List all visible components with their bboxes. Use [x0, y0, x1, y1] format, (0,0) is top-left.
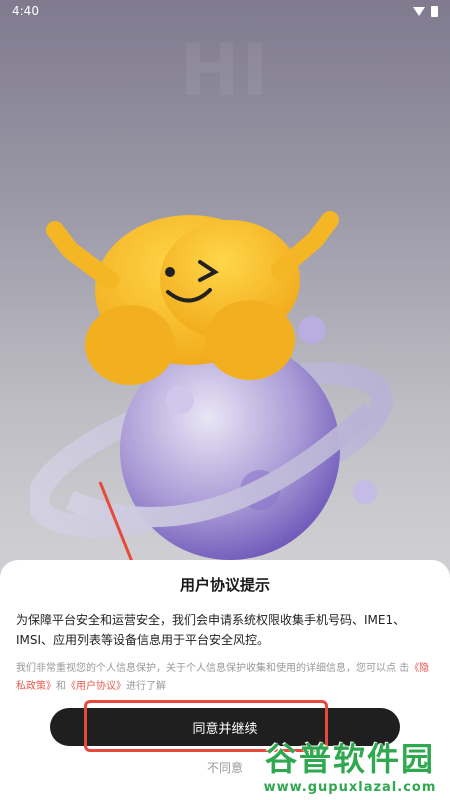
dialog-body: 为保障平台安全和运营安全，我们会申请系统权限收集手机号码、IME1、IMSI、应…	[16, 613, 406, 647]
note-suffix: 进行了解	[126, 681, 166, 692]
watermark-url: www.gupuxlazal.com	[263, 779, 437, 795]
wifi-icon	[413, 6, 425, 16]
status-bar: 4:40	[0, 0, 450, 22]
agree-button-label: 同意并继续	[192, 721, 258, 737]
watermark-main: 谷普软件园	[264, 739, 435, 778]
dialog-title: 用户协议提示	[179, 576, 270, 594]
status-icons	[413, 5, 438, 17]
note-and: 和	[56, 681, 66, 692]
note-prefix: 我们非常重视您的个人信息保护，关于个人信息保护收集和使用的详细信息，您可以点 击	[16, 663, 410, 674]
user-agreement-link[interactable]: 《用户协议》	[66, 681, 126, 692]
dialog-note: 我们非常重视您的个人信息保护，关于个人信息保护收集和使用的详细信息，您可以点 击…	[16, 660, 434, 696]
mascot-illustration	[30, 211, 394, 560]
watermark: 谷普软件园 www.gupuxlazal.com	[252, 732, 448, 796]
status-time: 4:40	[12, 4, 39, 18]
battery-icon	[431, 5, 438, 17]
background-lettering: HI	[179, 28, 271, 112]
